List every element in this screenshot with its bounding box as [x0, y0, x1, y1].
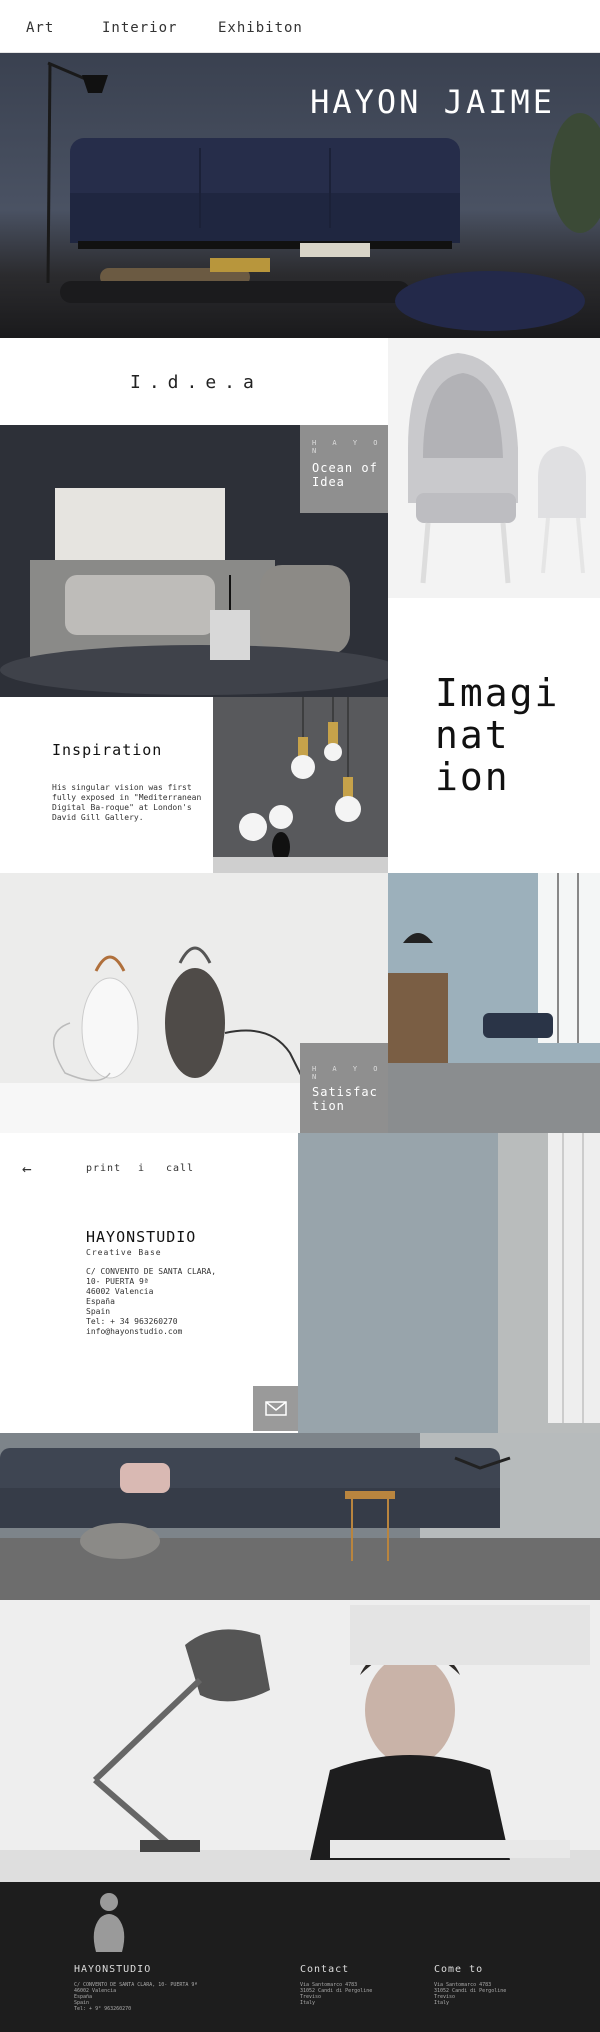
- hero-banner: HAYON JAIME: [0, 53, 600, 338]
- mail-button[interactable]: [253, 1386, 298, 1431]
- grey-sofa-photo: [0, 1433, 600, 1600]
- call-link[interactable]: call: [166, 1163, 194, 1174]
- logo-figure-icon[interactable]: [90, 1890, 128, 1952]
- studio-title: HAYONSTUDIO: [86, 1228, 197, 1246]
- top-navigation: Art Interior Exhibiton: [0, 0, 600, 53]
- inspiration-heading: Inspiration: [52, 741, 163, 759]
- address-line: 46002 Valencia: [86, 1287, 154, 1296]
- blue-room-photo: [388, 873, 600, 1133]
- imagination-line2: nat: [435, 713, 510, 757]
- footer-brand-line: Tel: + 9° 963260270: [74, 2006, 132, 2012]
- address-line: 10- PUERTA 9ª: [86, 1277, 149, 1286]
- imagination-heading: Imagi nat ion: [435, 672, 559, 798]
- satisfaction-card[interactable]: H A Y O N Satisfac tion: [300, 1043, 388, 1133]
- ocean-card-line1: Ocean of: [312, 461, 378, 475]
- mail-icon: [265, 1401, 287, 1416]
- footer-contact-line: Italy: [300, 2000, 316, 2006]
- footer-come-to-line: Italy: [434, 2000, 450, 2006]
- phone-number: Tel: + 34 963260270: [86, 1317, 178, 1326]
- email-link[interactable]: info@hayonstudio.com: [86, 1327, 182, 1337]
- address-line: C/ CONVENTO DE SANTA CLARA,: [86, 1267, 217, 1276]
- inspiration-text: His singular vision was first fully expo…: [52, 783, 202, 822]
- imagination-line3: ion: [435, 755, 510, 799]
- designer-portrait-photo: [0, 1600, 600, 1882]
- footer-come-to-title[interactable]: Come to: [434, 1964, 483, 1975]
- studio-subtitle: Creative Base: [86, 1248, 162, 1257]
- back-arrow-icon[interactable]: ←: [22, 1159, 33, 1178]
- print-link[interactable]: print: [86, 1163, 121, 1174]
- pendant-lamps-photo: [213, 697, 388, 873]
- address-line: Spain: [86, 1307, 111, 1316]
- idea-heading: I.d.e.a: [130, 372, 262, 393]
- wall-window-photo: [298, 1133, 600, 1433]
- ocean-of-idea-card[interactable]: H A Y O N Ocean of Idea: [300, 425, 388, 513]
- ocean-card-line2: Idea: [312, 475, 345, 489]
- nav-item-art[interactable]: Art: [26, 20, 54, 36]
- satisfaction-card-brand: H A Y O N: [312, 1065, 384, 1081]
- ocean-card-brand: H A Y O N: [312, 439, 384, 455]
- nav-item-exhibition[interactable]: Exhibiton: [218, 20, 303, 36]
- satisfaction-card-line2: tion: [312, 1099, 345, 1113]
- imagination-line1: Imagi: [435, 671, 560, 715]
- link-separator: i: [138, 1163, 146, 1174]
- footer-brand-title: HAYONSTUDIO: [74, 1964, 152, 1975]
- footer-contact-title[interactable]: Contact: [300, 1964, 349, 1975]
- chair-photo: [388, 338, 600, 598]
- site-footer: HAYONSTUDIO C/ CONVENTO DE SANTA CLARA, …: [0, 1882, 600, 2032]
- hero-title: HAYON JAIME: [310, 83, 555, 121]
- satisfaction-card-line1: Satisfac: [312, 1085, 378, 1099]
- nav-item-interior[interactable]: Interior: [102, 20, 177, 36]
- address-line: España: [86, 1297, 115, 1306]
